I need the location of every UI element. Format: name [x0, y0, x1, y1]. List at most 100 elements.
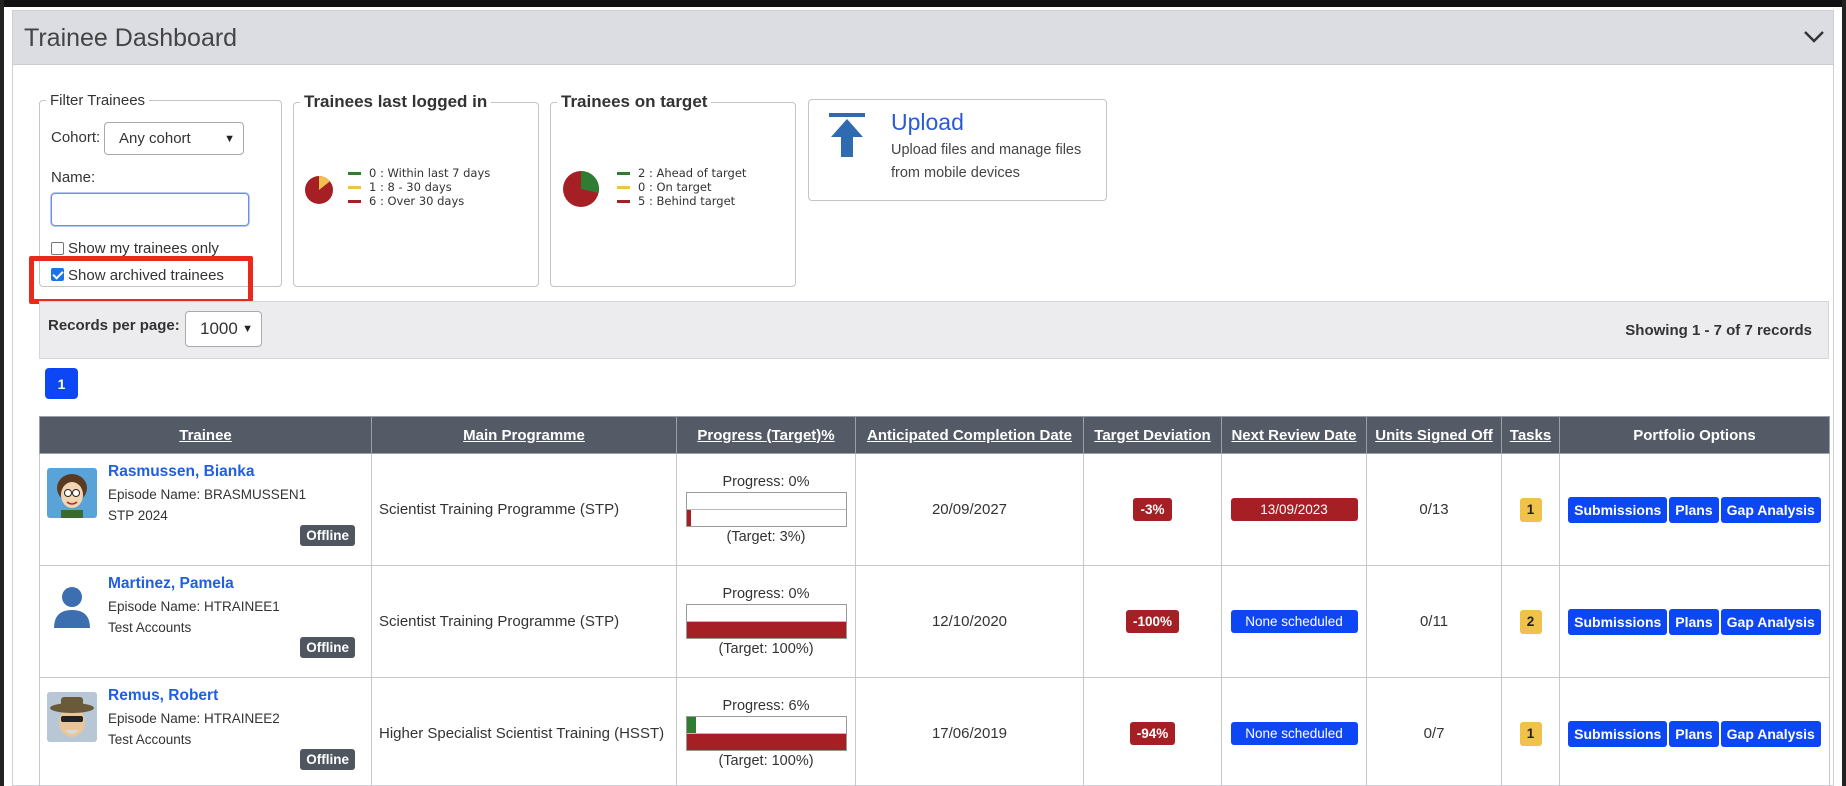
table-row: Remus, Robert Episode Name: HTRAINEE2 Te… [39, 677, 1830, 786]
programme-cell: Scientist Training Programme (STP) [371, 453, 677, 566]
tasks-cell: 1 [1501, 677, 1560, 786]
legend-item: 1 : 8 - 30 days [348, 180, 490, 194]
upload-arrow-icon [829, 113, 865, 157]
deviation-badge: -94% [1129, 722, 1176, 745]
logged-in-legend: Trainees last logged in [304, 92, 488, 111]
status-badge: Offline [300, 749, 355, 770]
deviation-badge: -3% [1133, 498, 1172, 521]
window-top-border [0, 0, 1846, 7]
header-target-deviation[interactable]: Target Deviation [1083, 416, 1222, 454]
gap-analysis-button[interactable]: Gap Analysis [1720, 608, 1821, 635]
legend-item: 0 : Within last 7 days [348, 166, 490, 180]
status-badge: Offline [300, 637, 355, 658]
legend-item: 5 : Behind target [617, 194, 746, 208]
cohort-label: Cohort: [51, 129, 101, 146]
portfolio-options-cell: Submissions Plans Gap Analysis [1559, 453, 1830, 566]
cartoon-avatar-icon [47, 468, 97, 518]
gap-analysis-button[interactable]: Gap Analysis [1720, 720, 1821, 747]
header-tasks[interactable]: Tasks [1501, 416, 1560, 454]
deviation-cell: -100% [1083, 565, 1222, 678]
person-silhouette-icon [47, 580, 97, 630]
legend-swatch [617, 171, 630, 175]
header-main-programme[interactable]: Main Programme [371, 416, 677, 454]
logged-in-legend-list: 0 : Within last 7 days 1 : 8 - 30 days 6… [348, 166, 490, 208]
progress-label: Progress: 6% [722, 698, 810, 714]
review-date-badge: None scheduled [1230, 610, 1358, 633]
programme-cell: Higher Specialist Scientist Training (HS… [371, 677, 677, 786]
trainee-cohort: STP 2024 [108, 508, 168, 523]
progress-bar [685, 604, 847, 639]
tasks-badge[interactable]: 1 [1519, 721, 1542, 746]
cartoon-hat-avatar-icon [47, 692, 97, 742]
chevron-down-icon[interactable] [1799, 21, 1829, 51]
progress-bar [685, 716, 847, 751]
units-signed-off: 0/13 [1366, 453, 1502, 566]
header-units-signed-off[interactable]: Units Signed Off [1366, 416, 1502, 454]
on-target-pie-chart [563, 171, 600, 207]
submissions-button[interactable]: Submissions [1568, 496, 1668, 523]
name-input[interactable] [51, 193, 249, 226]
deviation-badge: -100% [1125, 610, 1180, 633]
gap-analysis-button[interactable]: Gap Analysis [1720, 496, 1821, 523]
trainee-name-link[interactable]: Rasmussen, Bianka [108, 463, 254, 481]
upload-title[interactable]: Upload [891, 109, 964, 136]
legend-item: 6 : Over 30 days [348, 194, 490, 208]
trainee-cell: Martinez, Pamela Episode Name: HTRAINEE1… [39, 565, 372, 678]
records-per-page-label: Records per page: [48, 317, 180, 334]
submissions-button[interactable]: Submissions [1568, 720, 1668, 747]
legend-swatch [348, 199, 361, 203]
units-signed-off: 0/11 [1366, 565, 1502, 678]
panel-header[interactable]: Trainee Dashboard [13, 11, 1833, 65]
window-left-border [0, 0, 4, 786]
tasks-badge[interactable]: 1 [1519, 497, 1542, 522]
target-label: (Target: 3%) [726, 529, 806, 545]
legend-item: 2 : Ahead of target [617, 166, 746, 180]
submissions-button[interactable]: Submissions [1568, 608, 1668, 635]
progress-cell: Progress: 0% (Target: 3%) [676, 453, 856, 566]
chevron-down-icon: ▼ [242, 323, 253, 335]
trainee-name-link[interactable]: Martinez, Pamela [108, 575, 234, 593]
trainee-name-link[interactable]: Remus, Robert [108, 687, 218, 705]
portfolio-options-cell: Submissions Plans Gap Analysis [1559, 565, 1830, 678]
header-completion-date[interactable]: Anticipated Completion Date [855, 416, 1084, 454]
deviation-cell: -94% [1083, 677, 1222, 786]
pagination-page-1[interactable]: 1 [45, 368, 78, 399]
header-portfolio-options: Portfolio Options [1559, 416, 1830, 454]
target-fill [686, 622, 846, 638]
header-next-review-date[interactable]: Next Review Date [1221, 416, 1367, 454]
review-cell: None scheduled [1221, 677, 1367, 786]
legend-swatch [348, 185, 361, 189]
window-right-border [1842, 0, 1846, 786]
plans-button[interactable]: Plans [1669, 608, 1719, 635]
trainee-cohort: Test Accounts [108, 732, 192, 747]
show-my-trainees-checkbox[interactable] [51, 242, 64, 255]
records-per-page-select[interactable]: 1000 ▼ [185, 311, 262, 347]
progress-label: Progress: 0% [722, 474, 810, 490]
logged-in-pie-chart [305, 176, 333, 204]
show-my-trainees-label[interactable]: Show my trainees only [68, 240, 219, 257]
on-target-legend-list: 2 : Ahead of target 0 : On target 5 : Be… [617, 166, 746, 208]
legend-swatch [348, 171, 361, 175]
table-row: Rasmussen, Bianka Episode Name: BRASMUSS… [39, 453, 1830, 566]
trainee-cohort: Test Accounts [108, 620, 192, 635]
cohort-select[interactable]: Any cohort ▼ [104, 122, 244, 155]
trainee-cell: Remus, Robert Episode Name: HTRAINEE2 Te… [39, 677, 372, 786]
plans-button[interactable]: Plans [1669, 496, 1719, 523]
upload-card[interactable]: Upload Upload files and manage files fro… [808, 99, 1107, 201]
upload-description: Upload files and manage files from mobil… [891, 142, 1082, 181]
records-bar: Records per page: 1000 ▼ Showing 1 - 7 o… [39, 301, 1829, 359]
legend-swatch [617, 185, 630, 189]
tasks-badge[interactable]: 2 [1519, 609, 1542, 634]
header-trainee[interactable]: Trainee [39, 416, 372, 454]
header-progress[interactable]: Progress (Target)% [676, 416, 856, 454]
target-label: (Target: 100%) [718, 753, 814, 769]
target-label: (Target: 100%) [718, 641, 814, 657]
review-cell: 13/09/2023 [1221, 453, 1367, 566]
plans-button[interactable]: Plans [1669, 720, 1719, 747]
progress-label: Progress: 0% [722, 586, 810, 602]
filter-trainees-legend: Filter Trainees [50, 92, 146, 109]
review-date-badge: 13/09/2023 [1230, 498, 1358, 521]
legend-label: 0 : Within last 7 days [369, 166, 491, 180]
legend-label: 2 : Ahead of target [638, 166, 747, 180]
completion-date: 20/09/2027 [855, 453, 1084, 566]
